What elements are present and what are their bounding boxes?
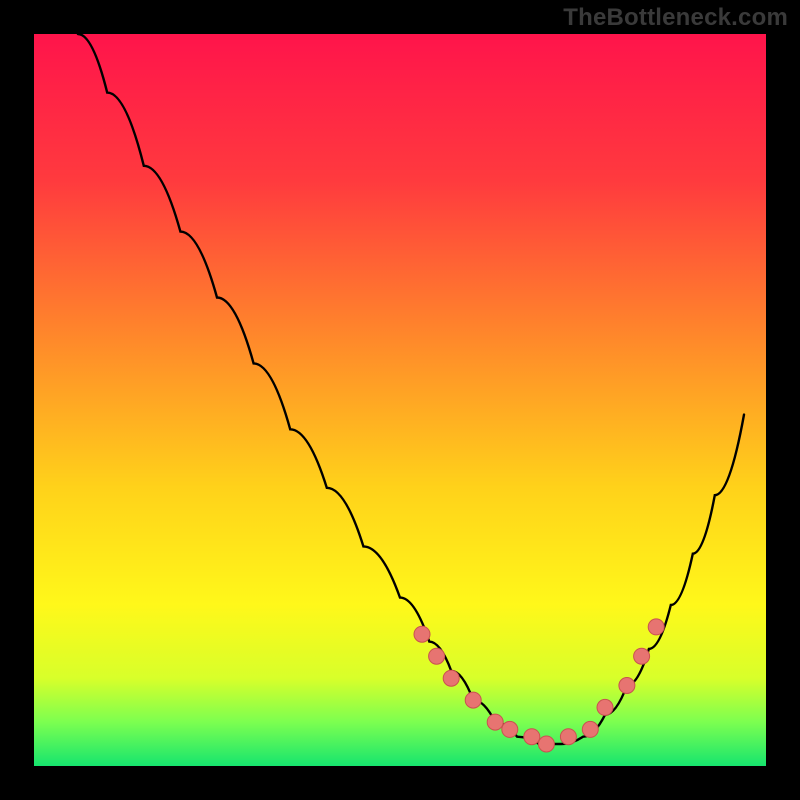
- highlight-dot: [634, 648, 650, 664]
- chart-stage: TheBottleneck.com: [0, 0, 800, 800]
- highlight-dot: [502, 721, 518, 737]
- bottleneck-chart: [0, 0, 800, 800]
- highlight-dot: [414, 626, 430, 642]
- highlight-dot: [538, 736, 554, 752]
- highlight-dot: [465, 692, 481, 708]
- highlight-dot: [582, 721, 598, 737]
- highlight-dot: [524, 729, 540, 745]
- highlight-dot: [443, 670, 459, 686]
- highlight-dot: [560, 729, 576, 745]
- highlight-dot: [648, 619, 664, 635]
- highlight-dot: [619, 678, 635, 694]
- highlight-dot: [597, 699, 613, 715]
- highlight-dot: [487, 714, 503, 730]
- highlight-dot: [429, 648, 445, 664]
- gradient-panel: [34, 34, 766, 766]
